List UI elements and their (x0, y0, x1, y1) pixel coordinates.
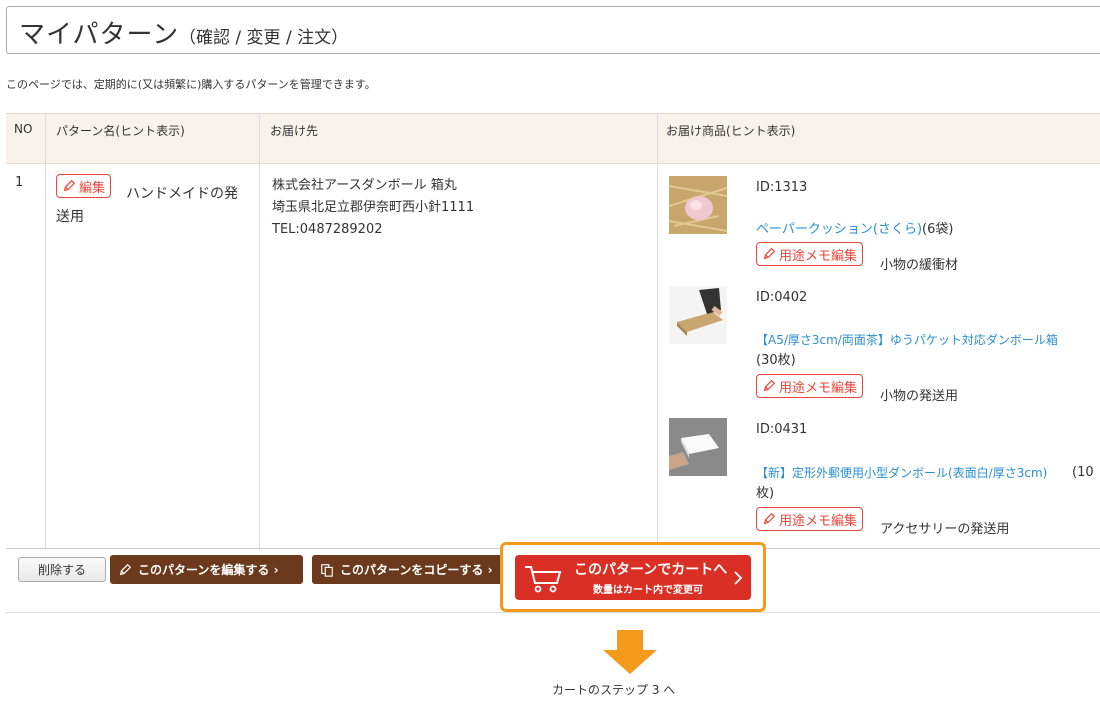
product-id: ID:0431 (756, 422, 808, 437)
memo-edit-button[interactable]: 用途メモ編集 (756, 374, 864, 398)
edit-pattern-name-button[interactable]: 編集 (56, 174, 112, 198)
memo-edit-button[interactable]: 用途メモ編集 (756, 507, 864, 531)
product-qty: (30枚) (756, 353, 796, 368)
edit-label: 編集 (79, 180, 106, 196)
product-qty: (6袋) (922, 222, 954, 237)
column-divider (259, 113, 260, 550)
copy-pattern-button[interactable]: このパターンをコピーする › (312, 555, 504, 584)
pencil-icon (763, 512, 776, 525)
header-no: NO (14, 122, 33, 136)
header-pattern-name: パターン名(ヒント表示) (56, 124, 185, 138)
column-divider (45, 113, 46, 550)
page-description: このページでは、定期的に(又は頻繁に)購入するパターンを管理できます。 (6, 78, 376, 91)
pencil-icon (763, 379, 776, 392)
cart-sub-label: 数量はカート内で変更可 (593, 585, 703, 596)
product-link-text[interactable]: 【新】定形外郵便用小型ダンボール(表面白/厚さ3cm) (756, 466, 1047, 480)
product-memo: 小物の緩衝材 (880, 258, 959, 273)
product-image[interactable] (669, 286, 727, 344)
cart-main-label: このパターンでカートへ (574, 562, 728, 578)
page-subtitle: （確認 / 変更 / 注文） (179, 28, 349, 48)
product-qty: (10 (1072, 465, 1094, 480)
copy-pattern-label: このパターンをコピーする › (340, 563, 493, 577)
product-image[interactable] (669, 176, 727, 234)
header-products: お届け商品(ヒント表示) (666, 124, 796, 138)
destination-company: 株式会社アースダンボール 箱丸 (272, 178, 457, 193)
product-id: ID:0402 (756, 290, 808, 305)
product-memo: 小物の発送用 (880, 389, 959, 404)
product-link[interactable]: 【A5/厚さ3cm/両面茶】ゆうパケット対応ダンボール箱 (756, 330, 1058, 350)
edit-pattern-label: このパターンを編集する › (138, 563, 279, 577)
cart-button-highlight: このパターンでカートへ 数量はカート内で変更可 (500, 542, 766, 612)
chevron-right-icon (734, 571, 743, 585)
pencil-icon (63, 179, 76, 192)
product-line: ペーパークッション(さくら)(6袋) (756, 220, 953, 240)
memo-edit-label: 用途メモ編集 (779, 380, 858, 396)
pattern-name-cont: 送用 (56, 209, 84, 225)
delete-button[interactable]: 削除する (18, 557, 106, 582)
product-id: ID:1313 (756, 180, 808, 195)
header-destination: お届け先 (270, 124, 319, 138)
pattern-table: NO パターン名(ヒント表示) お届け先 お届け商品(ヒント表示) 1 編集 ハ… (6, 113, 1100, 613)
arrow-down-icon (603, 630, 657, 674)
pencil-icon (763, 247, 776, 260)
product-qty-cont: 枚) (756, 486, 775, 501)
next-step-label: カートのステップ 3 へ (552, 683, 676, 697)
table-header: NO パターン名(ヒント表示) お届け先 お届け商品(ヒント表示) (6, 113, 1100, 164)
destination-tel: TEL:0487289202 (272, 222, 383, 237)
product-memo: アクセサリーの発送用 (880, 522, 1010, 537)
cart-icon (525, 566, 562, 593)
copy-icon (321, 563, 333, 577)
memo-edit-label: 用途メモ編集 (779, 248, 858, 264)
memo-edit-button[interactable]: 用途メモ編集 (756, 242, 864, 266)
page-title-box: マイパターン （確認 / 変更 / 注文） (6, 6, 1100, 54)
memo-edit-label: 用途メモ編集 (779, 513, 858, 529)
edit-pattern-button[interactable]: このパターンを編集する › (110, 555, 303, 584)
page-title: マイパターン (19, 20, 180, 50)
product-image[interactable] (669, 418, 727, 476)
pattern-name: ハンドメイドの発 (126, 186, 238, 202)
destination-address: 埼玉県北足立郡伊奈町西小針1111 (272, 200, 475, 215)
row-number: 1 (15, 175, 24, 190)
add-to-cart-button[interactable]: このパターンでカートへ 数量はカート内で変更可 (515, 555, 751, 600)
pencil-icon (119, 563, 132, 575)
product-link[interactable]: 【新】定形外郵便用小型ダンボール(表面白/厚さ3cm) (756, 463, 1047, 483)
product-link[interactable]: ペーパークッション(さくら) (756, 222, 922, 237)
column-divider (657, 113, 658, 550)
